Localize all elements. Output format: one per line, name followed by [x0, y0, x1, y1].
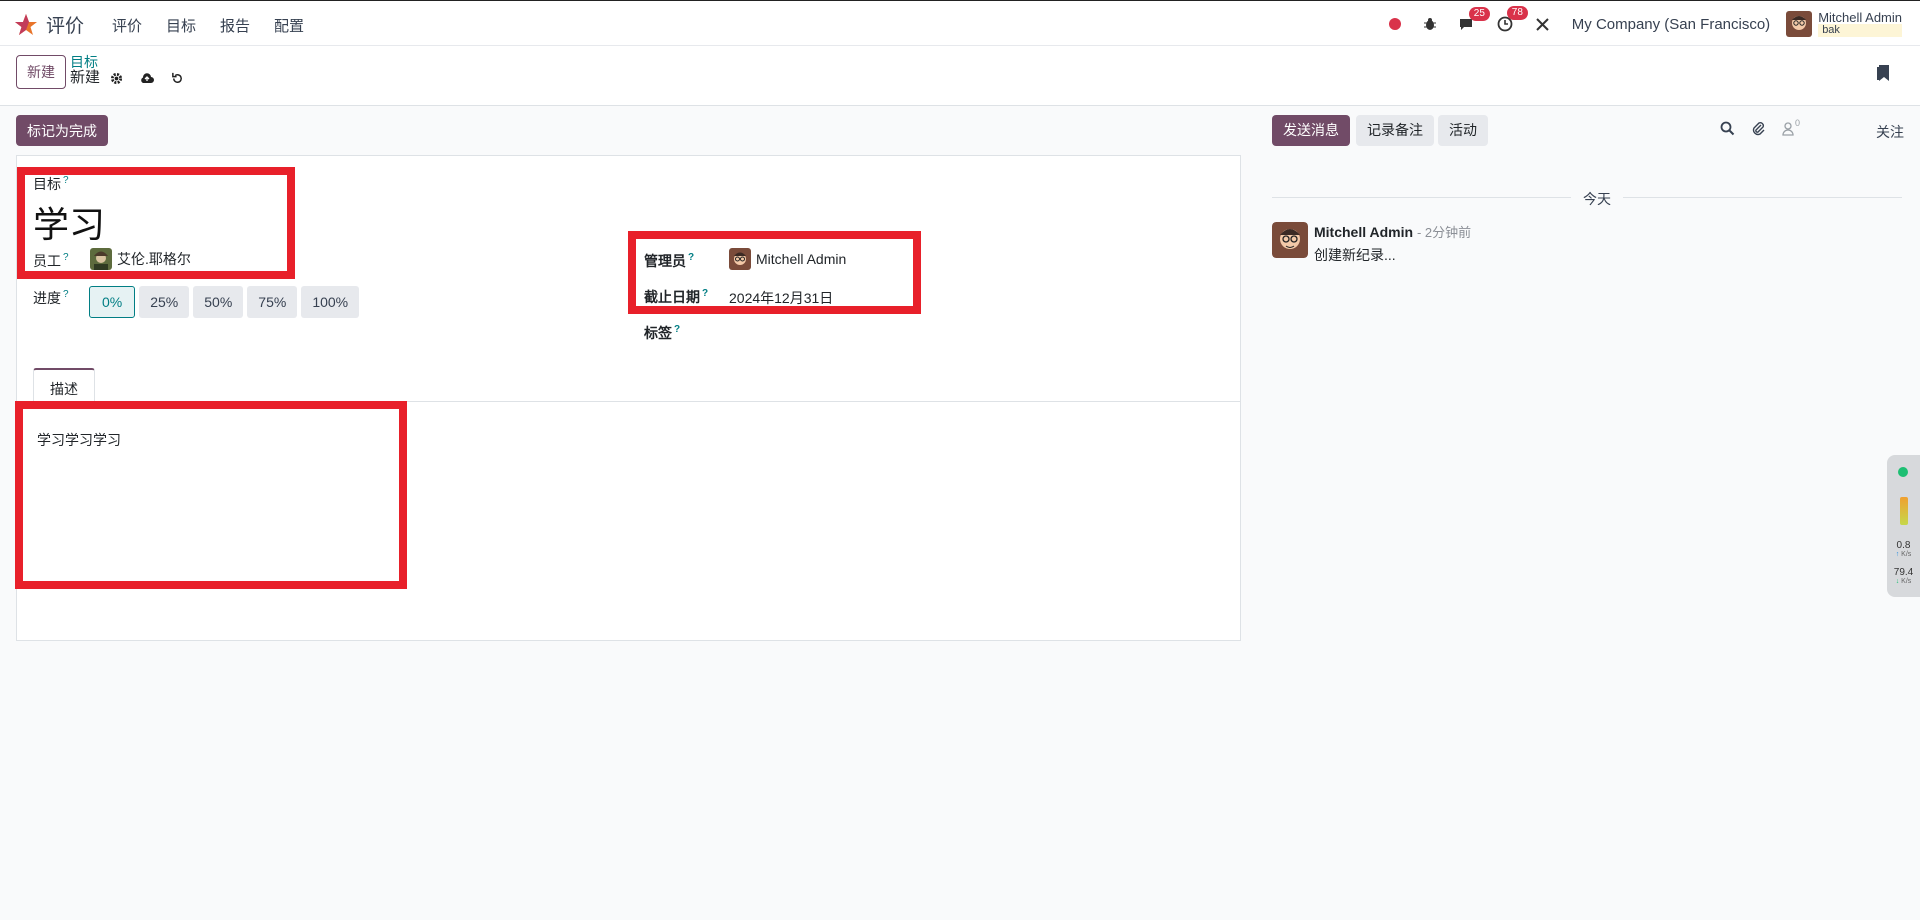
control-panel: 新建 目标 新建	[0, 46, 1920, 106]
message-time: - 2分钟前	[1416, 225, 1472, 240]
tags-label: 标签?	[644, 324, 681, 341]
message-author[interactable]: Mitchell Admin	[1314, 224, 1413, 240]
progress-option-0[interactable]: 0%	[89, 286, 136, 318]
progress-option-50[interactable]: 50%	[193, 286, 244, 318]
deadline-label: 截止日期?	[644, 288, 709, 305]
deadline-field[interactable]: 2024年12月31日	[729, 288, 833, 308]
follow-button[interactable]: 关注	[1876, 122, 1904, 142]
app-name: 评价	[46, 16, 85, 37]
gear-icon[interactable]	[110, 72, 123, 85]
record-icon[interactable]	[1388, 18, 1401, 30]
database-name: bak	[1818, 24, 1902, 37]
employee-field[interactable]: 艾伦.耶格尔	[90, 248, 191, 270]
send-message-button[interactable]: 发送消息	[1272, 115, 1350, 146]
chat-badge: 25	[1468, 7, 1490, 21]
log-note-button[interactable]: 记录备注	[1356, 115, 1434, 146]
cloud-save-icon[interactable]	[139, 72, 155, 84]
upload-speed: 0.8	[1896, 540, 1911, 551]
app-brand[interactable]: 评价	[14, 11, 84, 38]
goal-title-input[interactable]: 学习	[33, 196, 105, 248]
app-star-icon	[15, 13, 37, 35]
new-button[interactable]: 新建	[16, 55, 66, 89]
activity-badge: 78	[1506, 6, 1528, 20]
manager-name: Mitchell Admin	[756, 251, 847, 267]
status-dot-icon	[1898, 467, 1908, 477]
progress-option-25[interactable]: 25%	[139, 286, 190, 318]
breadcrumb-parent[interactable]: 目标	[70, 54, 184, 70]
employee-label: 员工?	[33, 252, 69, 269]
notebook-tabs: 描述	[17, 368, 1240, 403]
upload-unit: ↑ K/s	[1895, 551, 1912, 558]
user-menu[interactable]: Mitchell Admin bak	[1786, 11, 1902, 37]
manager-label: 管理员?	[644, 252, 695, 269]
chatter-panel: 发送消息 记录备注 活动 0 关注 今天 Mitchell Admin - 2分…	[1272, 115, 1912, 615]
load-bar-icon	[1900, 497, 1908, 525]
progress-option-75[interactable]: 75%	[247, 286, 298, 318]
message-body: 创建新纪录...	[1314, 247, 1396, 263]
breadcrumb: 目标 新建	[70, 54, 184, 86]
progress-help-mark[interactable]: ?	[63, 289, 69, 300]
manager-field[interactable]: Mitchell Admin	[729, 248, 846, 270]
discard-undo-icon[interactable]	[171, 72, 184, 85]
date-separator: 今天	[1272, 187, 1902, 209]
menu-item-appraisal[interactable]: 评价	[100, 15, 154, 36]
activity-button[interactable]: 活动	[1438, 115, 1488, 146]
employee-name: 艾伦.耶格尔	[117, 251, 191, 267]
goal-help-mark[interactable]: ?	[63, 175, 69, 186]
bookmark-icon[interactable]	[1876, 64, 1890, 82]
network-speed-widget[interactable]: 0.8 ↑ K/s 79.4 ↓ K/s	[1887, 455, 1920, 597]
date-separator-label: 今天	[1571, 189, 1623, 209]
systray: 25 78 My Company (San Francisco) Mitchel…	[1388, 1, 1920, 47]
upload-arrow-icon: ↑	[1895, 551, 1900, 558]
manager-help-mark[interactable]: ?	[688, 252, 694, 263]
download-unit: ↓ K/s	[1895, 578, 1912, 585]
mark-as-done-button[interactable]: 标记为完成	[16, 115, 108, 146]
deadline-help-mark[interactable]: ?	[702, 288, 708, 299]
activity-clock-icon[interactable]: 78	[1497, 6, 1528, 32]
followers-count: 0	[1795, 117, 1801, 128]
menu-item-configuration[interactable]: 配置	[262, 15, 316, 36]
form-sheet: 目标? 学习 员工? 艾伦.耶格尔 进度? 0% 25% 50% 75% 100…	[16, 155, 1241, 641]
user-name: Mitchell Admin	[1818, 10, 1902, 25]
employee-avatar	[90, 248, 112, 270]
progress-option-100[interactable]: 100%	[301, 286, 360, 318]
tools-icon[interactable]	[1535, 17, 1550, 32]
menu-item-reports[interactable]: 报告	[208, 15, 262, 36]
description-editor[interactable]: 学习学习学习	[37, 430, 121, 450]
followers-user-icon	[1782, 121, 1794, 136]
debug-bug-icon[interactable]	[1423, 17, 1437, 31]
search-icon[interactable]	[1720, 121, 1735, 136]
top-navbar: 评价 评价 目标 报告 配置 25 78 My Company (San Fra…	[0, 0, 1920, 46]
user-avatar	[1786, 11, 1813, 37]
followers-widget[interactable]: 0	[1782, 118, 1800, 136]
progress-selector: 0% 25% 50% 75% 100%	[89, 286, 360, 318]
tab-description[interactable]: 描述	[33, 368, 95, 403]
download-arrow-icon: ↓	[1895, 578, 1900, 585]
chat-icon[interactable]: 25	[1459, 7, 1490, 31]
main-menu: 评价 目标 报告 配置	[100, 15, 316, 36]
menu-item-goals[interactable]: 目标	[154, 15, 208, 36]
manager-avatar	[729, 248, 751, 270]
company-switcher[interactable]: My Company (San Francisco)	[1572, 16, 1770, 33]
download-speed: 79.4	[1893, 567, 1914, 578]
progress-label: 进度?	[33, 289, 69, 306]
goal-label: 目标?	[33, 175, 69, 192]
paperclip-icon[interactable]	[1751, 121, 1766, 136]
tags-help-mark[interactable]: ?	[674, 324, 680, 335]
breadcrumb-current: 新建	[70, 69, 101, 86]
employee-help-mark[interactable]: ?	[63, 252, 69, 263]
message-item: Mitchell Admin - 2分钟前 创建新纪录...	[1272, 222, 1471, 265]
message-author-avatar[interactable]	[1272, 222, 1308, 258]
